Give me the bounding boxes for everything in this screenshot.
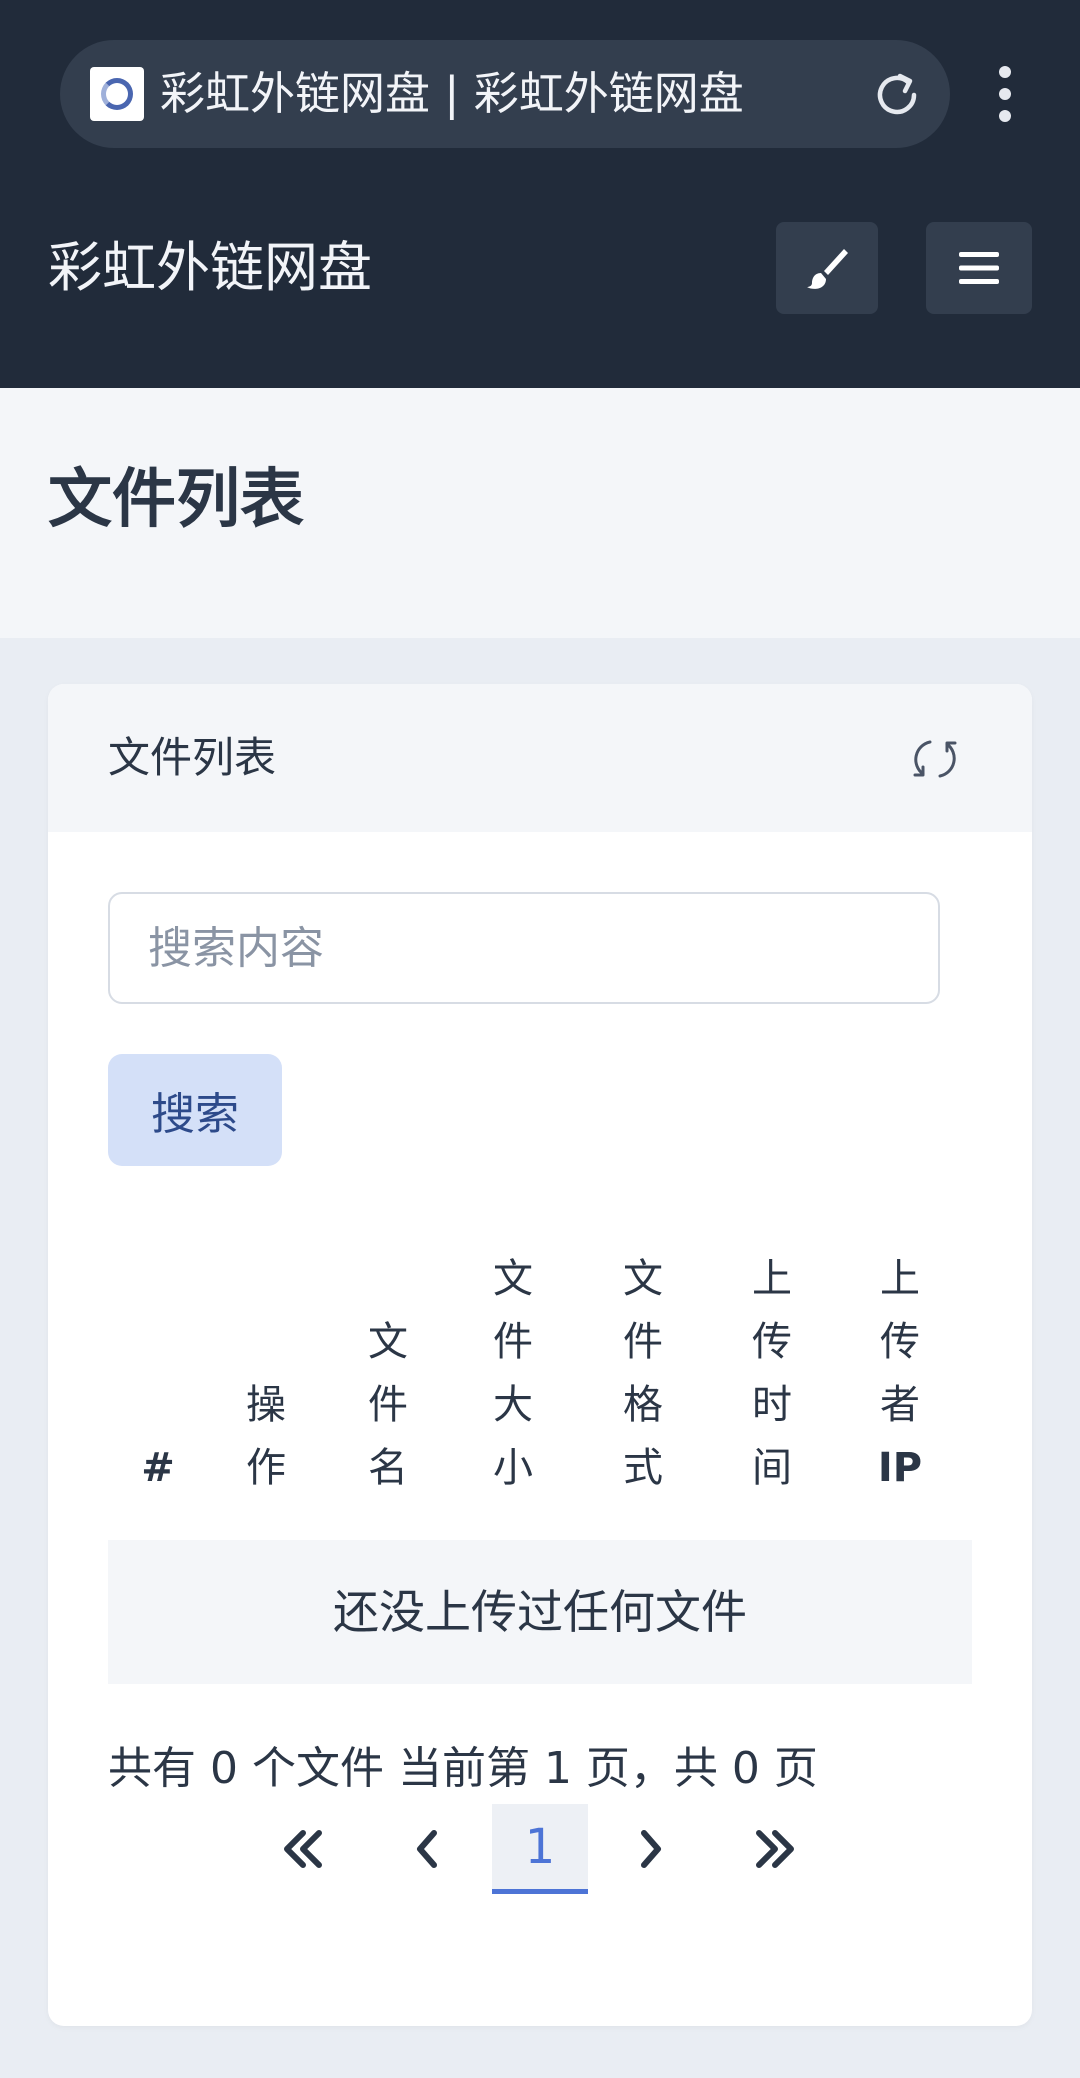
page-title: 文件列表	[48, 463, 304, 537]
vertical-dots-icon[interactable]	[980, 64, 1030, 124]
nav-menu-button[interactable]	[926, 222, 1032, 314]
refresh-icon[interactable]	[910, 734, 960, 784]
column-header: 上传时间	[752, 1256, 792, 1491]
card-title: 文件列表	[108, 733, 277, 782]
page-prev-button[interactable]	[392, 1804, 462, 1894]
column-header: 操作	[246, 1382, 286, 1491]
card-header: 文件列表	[48, 684, 1032, 832]
browser-toolbar: 彩虹外链网盘 | 彩虹外链网盘	[0, 0, 1080, 188]
table-empty-row: 还没上传过任何文件	[108, 1540, 972, 1684]
paintbrush-icon	[807, 249, 848, 289]
column-header: 文件名	[368, 1319, 408, 1491]
page-heading-section: 文件列表	[0, 388, 1080, 638]
site-title[interactable]: 彩虹外链网盘	[48, 188, 372, 348]
favicon-icon	[90, 67, 144, 121]
tab-title: 彩虹外链网盘 | 彩虹外链网盘	[160, 67, 744, 120]
double-chevron-right-icon	[756, 1830, 794, 1868]
double-chevron-left-icon	[284, 1830, 322, 1868]
chevron-right-icon	[641, 1830, 661, 1868]
theme-toggle-button[interactable]	[776, 222, 878, 314]
search-button[interactable]: 搜索	[108, 1054, 282, 1166]
site-header: 彩虹外链网盘	[0, 188, 1080, 388]
search-input[interactable]	[108, 892, 940, 1004]
file-list-card: 文件列表 搜索 # 操作 文件名 文件大小 文件格式 上传时间 上传者IP 还没上传过任何文…	[48, 684, 1032, 2026]
address-bar[interactable]: 彩虹外链网盘 | 彩虹外链网盘	[60, 40, 950, 148]
pagination-summary: 共有 0 个文件 当前第 1 页，共 0 页	[108, 1743, 818, 1794]
page-first-button[interactable]	[268, 1804, 338, 1894]
column-header: #	[141, 1445, 175, 1491]
chevron-left-icon	[417, 1830, 437, 1868]
column-header: 文件格式	[623, 1256, 663, 1491]
hamburger-menu-icon	[959, 252, 999, 284]
column-header: 上传者 IP	[877, 1256, 923, 1491]
page-next-button[interactable]	[616, 1804, 686, 1894]
column-header: 文件大小	[493, 1256, 533, 1491]
reload-icon[interactable]	[870, 68, 924, 122]
page-last-button[interactable]	[740, 1804, 810, 1894]
page-current-button[interactable]: 1	[492, 1804, 588, 1894]
